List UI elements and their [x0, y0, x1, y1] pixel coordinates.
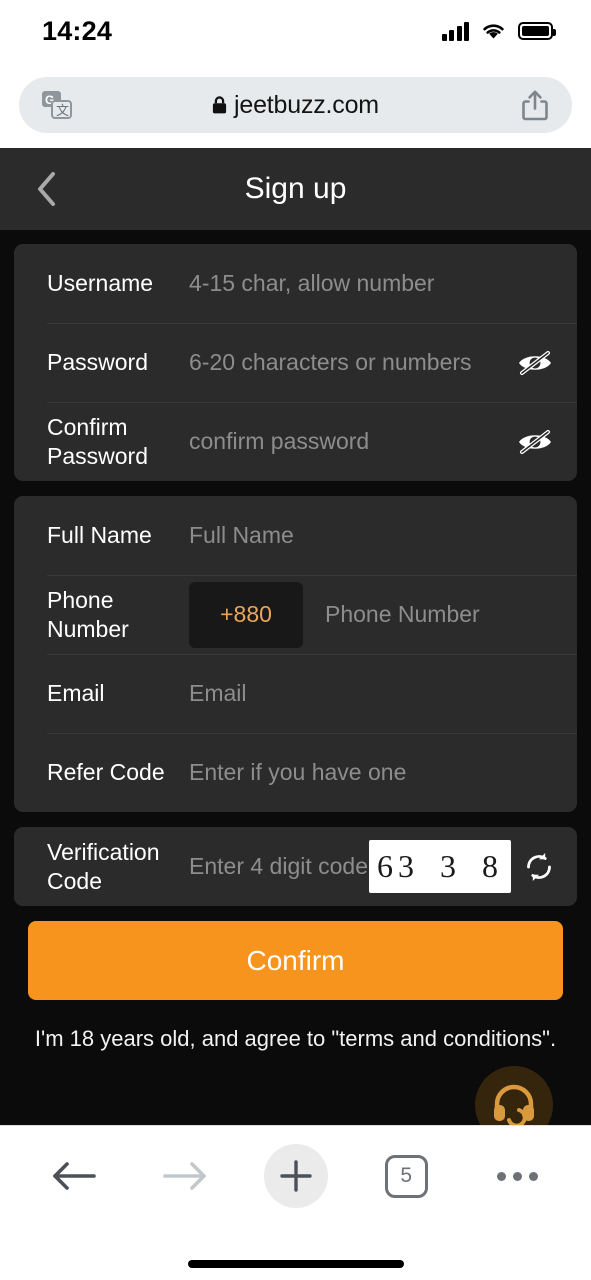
url-text: jeetbuzz.com	[234, 90, 379, 119]
arrow-left-icon[interactable]	[42, 1144, 106, 1208]
field-label-verification-code: Verification Code	[47, 838, 160, 894]
field-row-full-name[interactable]: Full Name Full Name	[14, 496, 577, 575]
chevron-left-icon[interactable]	[26, 169, 66, 209]
captcha-text: 63 3 8	[377, 848, 503, 884]
arrow-right-icon	[153, 1144, 217, 1208]
terms-text: I'm 18 years old, and agree to "terms an…	[34, 1026, 557, 1051]
status-icons	[441, 21, 556, 41]
more-dots-icon[interactable]	[485, 1144, 549, 1208]
field-row-password[interactable]: Password 6-20 characters or numbers	[14, 323, 577, 402]
country-code-value: +880	[220, 601, 272, 627]
browser-url-bar-area: G 文 jeetbuzz.com	[0, 62, 591, 148]
lock-icon	[212, 96, 227, 114]
field-row-confirm-password[interactable]: Confirm Password confirm password	[14, 402, 577, 481]
support-chat-button[interactable]	[475, 1066, 553, 1125]
field-row-username[interactable]: Username 4-15 char, allow number	[14, 244, 577, 323]
confirm-password-input[interactable]: confirm password	[189, 428, 507, 455]
status-time: 14:24	[42, 15, 113, 46]
confirm-button[interactable]: Confirm	[28, 921, 563, 1000]
google-translate-icon[interactable]: G 文	[39, 88, 73, 122]
email-input[interactable]: Email	[189, 680, 557, 707]
password-input[interactable]: 6-20 characters or numbers	[189, 349, 507, 376]
field-label-full-name: Full Name	[47, 522, 152, 549]
browser-toolbar: 5	[0, 1125, 591, 1248]
svg-text:文: 文	[56, 103, 69, 118]
headset-support-icon	[494, 1084, 534, 1125]
credentials-card: Username 4-15 char, allow number Passwor…	[14, 244, 577, 481]
web-page-content: Sign up Username 4-15 char, allow number…	[0, 148, 591, 1125]
battery-full-icon	[518, 22, 556, 40]
field-label-username: Username	[47, 270, 154, 297]
status-bar: 14:24	[0, 0, 591, 62]
username-input[interactable]: 4-15 char, allow number	[189, 270, 557, 297]
field-row-refer-code[interactable]: Refer Code Enter if you have one	[14, 733, 577, 812]
tab-count-value: 5	[384, 1154, 428, 1198]
captcha-image[interactable]: 63 3 8	[369, 840, 511, 893]
plus-icon[interactable]	[263, 1144, 328, 1208]
phone-screen: 14:24 G 文 jeetbuzz.com Sign up Username …	[0, 0, 591, 1280]
refer-code-input[interactable]: Enter if you have one	[189, 759, 557, 786]
verification-card: Verification Code Enter 4 digit code 63 …	[14, 827, 577, 906]
url-display[interactable]: jeetbuzz.com	[73, 91, 518, 120]
field-label-phone-number: Phone Number	[47, 586, 129, 642]
wifi-icon	[483, 24, 504, 39]
share-icon[interactable]	[518, 87, 552, 123]
eye-off-icon[interactable]	[513, 341, 557, 385]
field-label-email: Email	[47, 680, 105, 707]
full-name-input[interactable]: Full Name	[189, 522, 557, 549]
page-title: Sign up	[244, 172, 347, 205]
field-label-refer-code: Refer Code	[47, 759, 165, 786]
home-indicator	[187, 1260, 404, 1268]
eye-off-icon[interactable]	[513, 420, 557, 464]
cellular-signal-icon	[441, 21, 469, 41]
refresh-icon[interactable]	[517, 845, 561, 889]
url-bar[interactable]: G 文 jeetbuzz.com	[19, 77, 572, 133]
home-indicator-area	[0, 1248, 591, 1280]
tab-count-button[interactable]: 5	[374, 1144, 438, 1208]
verification-code-input[interactable]: Enter 4 digit code	[189, 853, 373, 880]
app-header: Sign up	[0, 148, 591, 230]
field-row-verification-code[interactable]: Verification Code Enter 4 digit code 63 …	[14, 827, 577, 906]
phone-number-input[interactable]: Phone Number	[325, 601, 557, 628]
signup-form: Username 4-15 char, allow number Passwor…	[0, 230, 591, 1052]
field-row-email[interactable]: Email Email	[14, 654, 577, 733]
field-label-password: Password	[47, 349, 148, 376]
field-label-confirm-password: Confirm Password	[47, 413, 148, 469]
country-code-selector[interactable]: +880	[189, 581, 303, 648]
field-row-phone-number[interactable]: Phone Number +880 Phone Number	[14, 575, 577, 654]
personal-info-card: Full Name Full Name Phone Number +880 Ph…	[14, 496, 577, 812]
